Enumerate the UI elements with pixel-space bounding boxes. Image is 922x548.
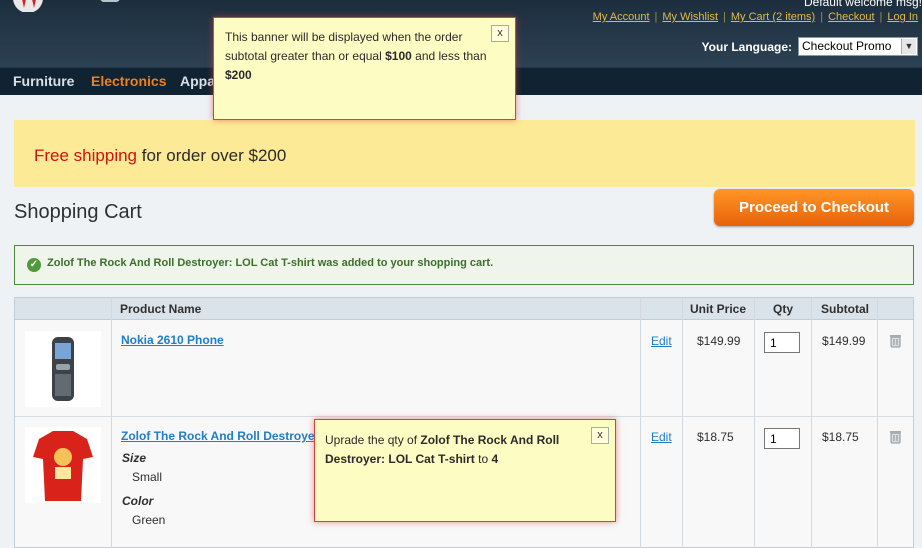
cart-row: Nokia 2610 Phone Edit $149.99 1 $149.99 <box>15 321 913 417</box>
option-value-size: Small <box>132 470 163 484</box>
row-subtotal: $149.99 <box>822 334 866 348</box>
my-wishlist-link[interactable]: My Wishlist <box>662 11 718 23</box>
tooltip-bold: $200 <box>225 68 252 82</box>
qty-input[interactable]: 1 <box>764 332 800 353</box>
edit-link[interactable]: Edit <box>651 334 672 348</box>
my-cart-link[interactable]: My Cart (2 items) <box>731 11 815 23</box>
column-qty: Qty <box>773 302 794 316</box>
success-check-icon: ✓ <box>27 258 41 272</box>
close-icon[interactable]: x <box>591 427 609 444</box>
my-account-link[interactable]: My Account <box>593 11 650 23</box>
tooltip-bold: 4 <box>491 452 499 466</box>
remove-item-icon[interactable] <box>888 429 903 444</box>
banner-tooltip: x This banner will be displayed when the… <box>213 17 516 120</box>
nav-item-apparel[interactable]: Appa <box>180 73 215 89</box>
top-links: My Account | My Wishlist | My Cart (2 items)… <box>593 11 918 23</box>
success-message: ✓ Zolof The Rock And Roll Destroyer: LOL… <box>14 245 914 285</box>
welcome-message: Default welcome msg! <box>803 0 922 9</box>
free-shipping-highlight: Free shipping <box>34 146 138 165</box>
language-label: Your Language: <box>701 39 792 54</box>
checkout-link[interactable]: Checkout <box>828 11 874 23</box>
language-select[interactable]: Checkout Promo ▼ <box>798 37 918 56</box>
promo-banner: Free shipping for order over $200 <box>14 120 915 187</box>
qty-tooltip-text: Uprade the qty of Zolof The Rock And Rol… <box>325 431 580 469</box>
nav-item-electronics[interactable]: Electronics <box>91 73 166 89</box>
remove-item-icon[interactable] <box>888 333 903 348</box>
login-link[interactable]: Log In <box>887 11 918 23</box>
tooltip-text: Uprade the qty of <box>325 433 421 447</box>
column-product-name: Product Name <box>120 302 202 316</box>
unit-price: $149.99 <box>697 334 741 348</box>
close-icon[interactable]: x <box>491 25 509 42</box>
page-title: Shopping Cart <box>14 201 142 223</box>
banner-tooltip-text: This banner will be displayed when the o… <box>225 28 487 85</box>
column-subtotal: Subtotal <box>821 302 869 316</box>
chevron-down-icon[interactable]: ▼ <box>901 39 916 54</box>
link-separator: | <box>723 11 726 23</box>
language-select-value: Checkout Promo <box>802 39 892 53</box>
promo-banner-body: for order over $200 <box>137 146 287 165</box>
success-message-text: Zolof The Rock And Roll Destroyer: LOL C… <box>47 257 494 269</box>
edit-link[interactable]: Edit <box>651 430 672 444</box>
proceed-to-checkout-button[interactable]: Proceed to Checkout <box>714 189 914 226</box>
product-name-link[interactable]: Nokia 2610 Phone <box>121 333 224 347</box>
qty-upgrade-tooltip: x Uprade the qty of Zolof The Rock And R… <box>314 419 616 522</box>
qty-input[interactable]: 1 <box>764 428 800 449</box>
product-name-link[interactable]: Zolof The Rock And Roll Destroyer <box>121 429 319 443</box>
tooltip-text: to <box>474 452 492 466</box>
nav-item-furniture[interactable]: Furniture <box>13 73 74 89</box>
tooltip-bold: $100 <box>385 49 412 63</box>
unit-price: $18.75 <box>697 430 734 444</box>
cart-table-header: Product Name Unit Price Qty Subtotal <box>15 298 913 320</box>
option-label-size: Size <box>122 451 147 465</box>
link-separator: | <box>820 11 824 23</box>
product-thumbnail-phone[interactable] <box>25 331 101 407</box>
product-thumbnail-tshirt[interactable] <box>25 427 101 503</box>
row-subtotal: $18.75 <box>822 430 859 444</box>
store-logo-text <box>100 0 120 2</box>
option-label-color: Color <box>122 494 154 508</box>
promo-banner-text: Free shipping for order over $200 <box>34 146 286 166</box>
link-separator: | <box>879 11 883 23</box>
option-value-color: Green <box>132 513 166 527</box>
column-unit-price: Unit Price <box>690 302 747 316</box>
tooltip-text: and less than <box>411 49 487 63</box>
language-switcher: Your Language: Checkout Promo ▼ <box>702 37 918 56</box>
store-logo-icon[interactable] <box>10 0 46 12</box>
link-separator: | <box>654 11 658 23</box>
